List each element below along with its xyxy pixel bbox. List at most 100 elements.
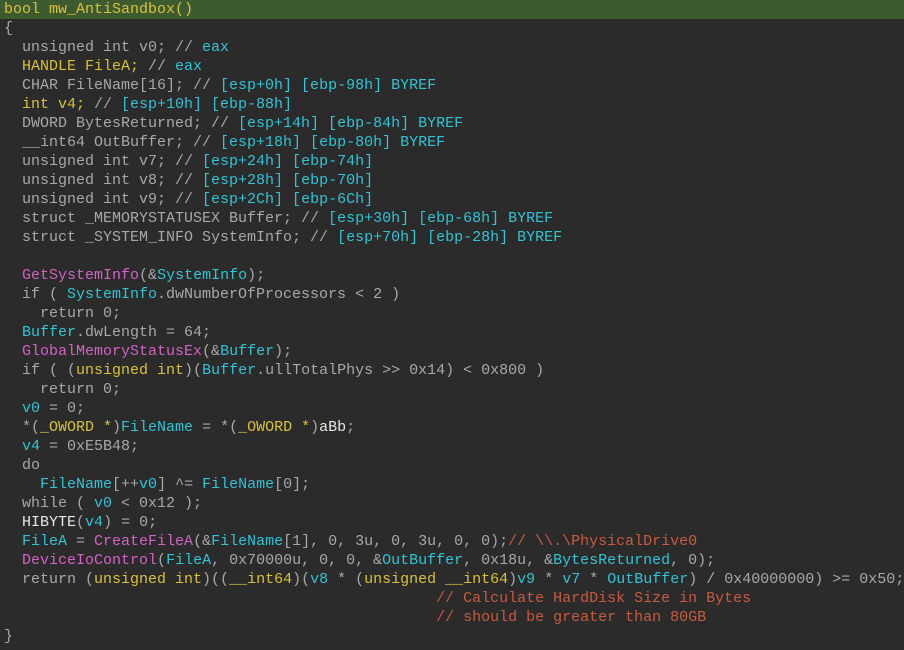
identifier: eax [175, 58, 203, 75]
identifier: SystemInfo [157, 267, 248, 284]
code-line[interactable]: Buffer.dwLength = 64; [0, 323, 904, 342]
code-text: ] ^= [157, 476, 203, 493]
code-line[interactable]: // Calculate HardDisk Size in Bytes [0, 589, 904, 608]
code-line[interactable]: unsigned int v0; // eax [0, 38, 904, 57]
code-line[interactable]: __int64 OutBuffer; // [esp+18h] [ebp-80h… [0, 133, 904, 152]
code-text: )( [184, 362, 203, 379]
code-text: )( [292, 571, 311, 588]
code-line[interactable]: unsigned int v8; // [esp+28h] [ebp-70h] [0, 171, 904, 190]
type-keyword: HANDLE FileA; [4, 58, 149, 75]
code-text: .dwLength = 64; [76, 324, 212, 341]
comment: // \\.\PhysicalDrive0 [508, 533, 698, 550]
function-call: CreateFileA [94, 533, 194, 550]
code-text: )(( [202, 571, 230, 588]
identifier: v9 [517, 571, 536, 588]
code-line[interactable]: while ( v0 < 0x12 ); [0, 494, 904, 513]
code-text: return 0; [4, 305, 122, 322]
code-line[interactable]: unsigned int v9; // [esp+2Ch] [ebp-6Ch] [0, 190, 904, 209]
identifier: v4 [85, 514, 104, 531]
code-line[interactable]: return 0; [0, 380, 904, 399]
code-text: ) [112, 419, 122, 436]
type-keyword: _OWORD * [40, 419, 113, 436]
code-text: * [580, 571, 608, 588]
code-text: return 0; [4, 381, 122, 398]
code-line[interactable]: do [0, 456, 904, 475]
type-keyword: unsigned int [94, 571, 203, 588]
code-text: ); [247, 267, 266, 284]
code-text: * [535, 571, 563, 588]
code-text: // [94, 96, 122, 113]
function-signature-line[interactable]: bool mw_AntiSandbox() [0, 0, 904, 19]
identifier: [esp+70h] [ebp-28h] BYREF [337, 229, 563, 246]
code-line[interactable]: GlobalMemoryStatusEx(&Buffer); [0, 342, 904, 361]
code-text: (& [193, 533, 212, 550]
identifier: [esp+18h] [ebp-80h] BYREF [220, 134, 446, 151]
code-line[interactable]: HIBYTE(v4) = 0; [0, 513, 904, 532]
identifier: Buffer [202, 362, 257, 379]
code-line[interactable]: *(_OWORD *)FileName = *(_OWORD *)aBb; [0, 418, 904, 437]
code-text: // [148, 58, 176, 75]
code-line[interactable]: FileA = CreateFileA(&FileName[1], 0, 3u,… [0, 532, 904, 551]
code-line[interactable]: struct _SYSTEM_INFO SystemInfo; // [esp+… [0, 228, 904, 247]
code-text: = 0; [40, 400, 86, 417]
code-line[interactable]: DeviceIoControl(FileA, 0x70000u, 0, 0, &… [0, 551, 904, 570]
code-text: ) [508, 571, 518, 588]
comment: // Calculate HardDisk Size in Bytes [436, 590, 752, 607]
code-text: , 0x18u, & [463, 552, 554, 569]
code-line[interactable]: unsigned int v7; // [esp+24h] [ebp-74h] [0, 152, 904, 171]
identifier: [esp+28h] [ebp-70h] [202, 172, 374, 189]
code-text: unsigned int v8; // [4, 172, 203, 189]
code-text: ; [346, 419, 356, 436]
code-line[interactable]: int v4; // [esp+10h] [ebp-88h] [0, 95, 904, 114]
code-line[interactable]: return (unsigned int)((__int64)(v8 * (un… [0, 570, 904, 589]
code-text: unsigned int v7; // [4, 153, 203, 170]
code-text: do [4, 457, 41, 474]
code-line[interactable] [0, 247, 904, 266]
code-line[interactable]: { [0, 19, 904, 38]
identifier: v0 [22, 400, 41, 417]
identifier: FileName [40, 476, 113, 493]
code-text: [++ [112, 476, 140, 493]
code-line[interactable]: if ( SystemInfo.dwNumberOfProcessors < 2… [0, 285, 904, 304]
code-text: = 0xE5B48; [40, 438, 140, 455]
code-line[interactable]: struct _MEMORYSTATUSEX Buffer; // [esp+3… [0, 209, 904, 228]
pseudocode-view[interactable]: bool mw_AntiSandbox() { unsigned int v0; … [0, 0, 904, 646]
code-text: struct _MEMORYSTATUSEX Buffer; // [4, 210, 329, 227]
symbol: HIBYTE [22, 514, 77, 531]
code-line[interactable]: HANDLE FileA; // eax [0, 57, 904, 76]
code-line[interactable]: // should be greater than 80GB [0, 608, 904, 627]
identifier: FileName [121, 419, 194, 436]
code-text: .dwNumberOfProcessors < 2 ) [157, 286, 401, 303]
code-text: unsigned int v0; // [4, 39, 203, 56]
function-call: GetSystemInfo [22, 267, 140, 284]
code-line[interactable]: } [0, 627, 904, 646]
code-line[interactable]: CHAR FileName[16]; // [esp+0h] [ebp-98h]… [0, 76, 904, 95]
code-text: ( [157, 552, 167, 569]
identifier: BytesReturned [553, 552, 671, 569]
comment: // should be greater than 80GB [436, 609, 707, 626]
identifier: [esp+24h] [ebp-74h] [202, 153, 374, 170]
code-line[interactable]: FileName[++v0] ^= FileName[0]; [0, 475, 904, 494]
function-call: DeviceIoControl [22, 552, 158, 569]
code-line[interactable]: v4 = 0xE5B48; [0, 437, 904, 456]
code-line[interactable]: v0 = 0; [0, 399, 904, 418]
code-text: ) [310, 419, 320, 436]
code-text: unsigned int v9; // [4, 191, 203, 208]
code-line[interactable]: DWORD BytesReturned; // [esp+14h] [ebp-8… [0, 114, 904, 133]
identifier: [esp+0h] [ebp-98h] BYREF [220, 77, 437, 94]
type-keyword: unsigned int [76, 362, 185, 379]
code-line[interactable]: if ( (unsigned int)(Buffer.ullTotalPhys … [0, 361, 904, 380]
code-text: (& [202, 343, 221, 360]
code-line[interactable]: GetSystemInfo(&SystemInfo); [0, 266, 904, 285]
identifier: [esp+14h] [ebp-84h] BYREF [238, 115, 464, 132]
code-text: DWORD BytesReturned; // [4, 115, 239, 132]
code-text: .ullTotalPhys >> 0x14) < 0x800 ) [256, 362, 545, 379]
code-line[interactable]: return 0; [0, 304, 904, 323]
